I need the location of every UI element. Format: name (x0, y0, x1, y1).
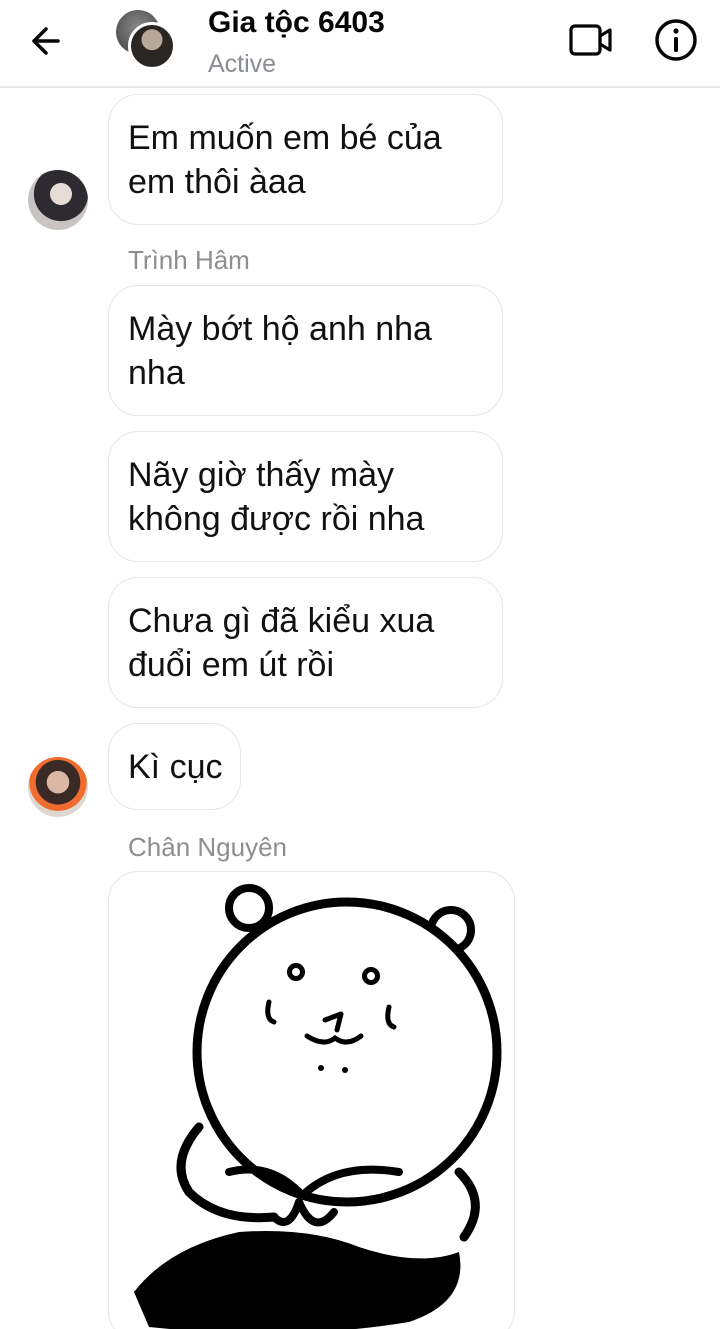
member-avatar-2 (128, 22, 176, 70)
message-text-line: Chưa gì đã kiểu xua (128, 602, 435, 640)
message-text-line: Mày bớt hộ anh nha (128, 310, 432, 348)
message-bubble[interactable]: Nãy giờ thấy mày không được rồi nha (108, 431, 503, 562)
sender-avatar-chan-nguyen[interactable] (28, 757, 88, 817)
active-status: Active (208, 50, 277, 78)
group-avatar[interactable] (114, 8, 178, 70)
message-text-line: Em muốn em bé của (128, 119, 442, 157)
bear-sticker (134, 884, 502, 1329)
message-bubble[interactable]: Em muốn em bé của em thôi àaa (108, 94, 503, 225)
sticker-message[interactable] (108, 871, 515, 1329)
chat-header: Gia tộc 6403 Active (0, 0, 720, 88)
sender-avatar-trinh-ham[interactable] (28, 170, 88, 230)
message-text: Kì cục (128, 748, 223, 786)
arrow-left-icon (32, 27, 60, 55)
video-camera-icon (569, 24, 612, 56)
message-bubble[interactable]: Chưa gì đã kiểu xua đuổi em út rồi (108, 577, 503, 708)
message-text-line: Nãy giờ thấy mày (128, 456, 395, 494)
video-call-button[interactable] (566, 18, 616, 62)
sender-name: Chân Nguyên (128, 832, 287, 862)
message-bubble[interactable]: Mày bớt hộ anh nha nha (108, 285, 503, 416)
message-bubble[interactable]: Kì cục (108, 723, 242, 810)
info-button[interactable] (652, 16, 700, 64)
conversation-title[interactable]: Gia tộc 6403 (208, 6, 385, 40)
message-text-line: không được rồi nha (128, 500, 425, 538)
back-button[interactable] (22, 18, 72, 64)
message-text-line: em thôi àaa (128, 163, 306, 201)
info-icon (655, 19, 697, 61)
sender-name: Trình Hâm (128, 245, 250, 275)
message-text-line: nha (128, 354, 185, 392)
message-text-line: đuổi em út rồi (128, 646, 334, 684)
